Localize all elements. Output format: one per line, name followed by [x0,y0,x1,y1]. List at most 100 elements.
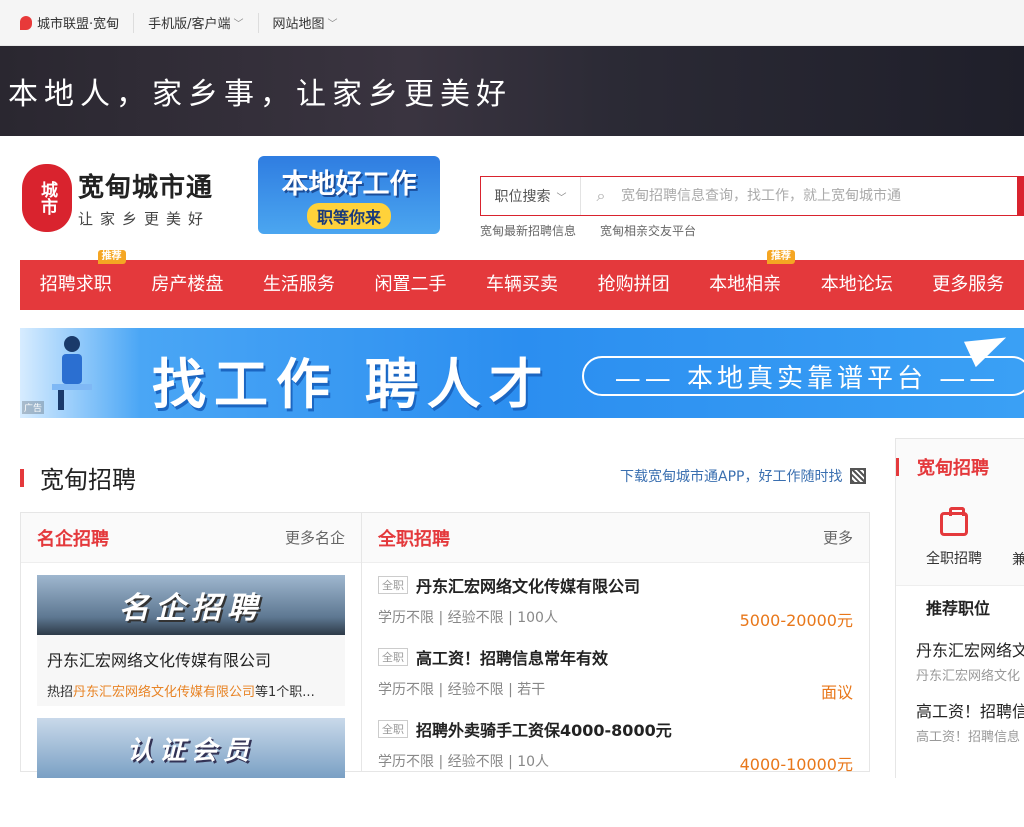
app-link-text: 下载宽甸城市通APP，好工作随时找 [620,466,842,486]
nav-item-vehicles[interactable]: 车辆买卖 [466,260,578,310]
job-item[interactable]: 全职招聘外卖骑手工资保4000-8000元 学历不限 | 经验不限 | 10人 … [362,707,869,779]
nav-label: 闲置二手 [374,274,446,295]
rec-job-company: 高工资！招聘信息 [916,726,1024,745]
certified-member-card[interactable]: 认证会员 [21,718,361,778]
job-item[interactable]: 全职高工资！招聘信息常年有效 学历不限 | 经验不限 | 若干 面议 [362,635,869,707]
tab-recommended-jobs[interactable]: 推荐职位 [896,585,1024,627]
panel-title: 全职招聘 [378,525,450,551]
parttime-shortcut[interactable]: 兼 [1012,511,1024,569]
recruit-ad-banner[interactable]: 广告 找工作 聘人才 —— 本地真实靠谱平台 —— [20,328,1024,418]
chevron-down-icon: ﹀ [557,189,567,204]
job-title[interactable]: 丹东汇宏网络文化传媒有限公司 [416,577,640,596]
search-category-select[interactable]: 职位搜索 ﹀ [481,177,581,215]
rec-job-title[interactable]: 丹东汇宏网络文 [916,637,1024,661]
sitemap-label: 网站地图 [273,13,325,32]
fulltime-jobs-panel: 全职招聘 更多 全职丹东汇宏网络文化传媒有限公司 学历不限 | 经验不限 | 1… [361,512,870,772]
side-title: 宽甸招聘 [917,454,989,480]
site-name: 宽甸城市通 [78,167,213,204]
search-category-label: 职位搜索 [495,186,551,206]
main-nav: 招聘求职推荐 房产楼盘 生活服务 闲置二手 车辆买卖 抢购拼团 本地相亲推荐 本… [20,260,1024,310]
search-icon: ⌕ [581,186,621,206]
nav-label: 生活服务 [263,274,335,295]
nav-label: 抢购拼团 [598,274,670,295]
site-tagline: 让家乡更美好 [78,208,213,229]
slogan-banner: 本地人，家乡事，让家乡更美好 [0,46,1024,136]
nav-item-groupbuy[interactable]: 抢购拼团 [578,260,690,310]
ad-label: 广告 [22,401,44,414]
job-salary: 5000-20000元 [740,607,853,631]
shortcut-label: 兼 [1012,552,1024,568]
panel-title: 名企招聘 [37,525,109,551]
nav-label: 车辆买卖 [486,274,558,295]
nav-item-more[interactable]: 更多服务 [913,260,1024,310]
sitemap-link[interactable]: 网站地图 ﹀ [259,13,352,33]
shortcut-label: 全职招聘 [926,551,982,567]
hot-link[interactable]: 宽甸最新招聘信息 [480,222,576,239]
hot-link[interactable]: 宽甸相亲交友平台 [600,222,696,239]
recommended-list: 丹东汇宏网络文 丹东汇宏网络文化 高工资！招聘信 高工资！招聘信息 [896,627,1024,827]
search-input[interactable] [621,188,1017,204]
accent-bar [20,469,24,487]
more-link[interactable]: 更多 [823,527,853,548]
company-hot-jobs: 热招丹东汇宏网络文化传媒有限公司等1个职... [37,675,345,706]
ad-pill: —— 本地真实靠谱平台 —— [582,356,1024,396]
hot-prefix: 热招 [47,685,73,700]
company-card[interactable]: 名企招聘 丹东汇宏网络文化传媒有限公司 热招丹东汇宏网络文化传媒有限公司等1个职… [37,575,345,706]
more-link[interactable]: 更多名企 [285,527,345,548]
hot-search-links: 宽甸最新招聘信息 宽甸相亲交友平台 [480,222,696,239]
job-type-tag: 全职 [378,720,408,738]
section-heading: 宽甸招聘 [20,460,136,495]
famous-company-panel: 名企招聘 更多名企 名企招聘 丹东汇宏网络文化传媒有限公司 热招丹东汇宏网络文化… [20,512,362,772]
nav-item-services[interactable]: 生活服务 [243,260,355,310]
jobs-promo-banner[interactable]: 本地好工作 职等你来 [258,156,440,234]
nav-item-forum[interactable]: 本地论坛 [801,260,913,310]
app-download-link[interactable]: 下载宽甸城市通APP，好工作随时找 [620,466,866,486]
nav-item-jobs[interactable]: 招聘求职推荐 [20,260,132,310]
header: 城市 宽甸城市通 让家乡更美好 本地好工作 职等你来 职位搜索 ﹀ ⌕ 宽甸最新… [0,136,1024,260]
mobile-label: 手机版/客户端 [148,13,230,32]
certified-banner-image: 认证会员 [37,718,345,778]
nav-item-housing[interactable]: 房产楼盘 [132,260,244,310]
job-type-tag: 全职 [378,648,408,666]
search-button[interactable] [1017,176,1023,216]
job-meta: 学历不限 | 经验不限 | 若干 [378,679,853,699]
nav-label: 本地论坛 [821,274,893,295]
city-switch[interactable]: 城市联盟·宽甸 [20,13,134,33]
nav-item-secondhand[interactable]: 闲置二手 [355,260,467,310]
nav-label: 招聘求职 [40,274,112,295]
ad-headline: 找工作 聘人才 [152,340,551,418]
briefcase-icon [940,512,968,536]
rec-job-title[interactable]: 高工资！招聘信 [916,698,1024,722]
nav-label: 房产楼盘 [151,274,223,295]
chevron-down-icon: ﹀ [328,15,338,30]
company-banner-image: 名企招聘 [37,575,345,635]
qr-code-icon[interactable] [850,468,866,484]
mobile-link[interactable]: 手机版/客户端 ﹀ [134,13,258,33]
side-panel: 宽甸招聘 全职招聘 兼 推荐职位 丹东汇宏网络文 丹东汇宏网络文化 高工资！招聘… [895,438,1024,778]
logo-seal: 城市 [22,164,72,232]
job-title[interactable]: 招聘外卖骑手工资保4000-8000元 [416,721,672,740]
fulltime-shortcut[interactable]: 全职招聘 [926,512,982,568]
nav-label: 更多服务 [932,274,1004,295]
job-item[interactable]: 全职丹东汇宏网络文化传媒有限公司 学历不限 | 经验不限 | 100人 5000… [362,563,869,635]
city-label: 城市联盟·宽甸 [37,13,119,32]
logo-seal-text: 城市 [36,181,58,215]
job-salary: 4000-10000元 [740,751,853,775]
search-bar: 职位搜索 ﹀ ⌕ [480,176,1024,216]
hot-suffix: 等1个职... [255,685,315,700]
job-type-tag: 全职 [378,576,408,594]
top-bar: 城市联盟·宽甸 手机版/客户端 ﹀ 网站地图 ﹀ [0,0,1024,46]
company-name[interactable]: 丹东汇宏网络文化传媒有限公司 [37,635,345,675]
nav-item-dating[interactable]: 本地相亲推荐 [689,260,801,310]
recommend-badge: 推荐 [767,250,795,264]
site-logo[interactable]: 城市 宽甸城市通 让家乡更美好 [22,164,213,232]
hot-company-link[interactable]: 丹东汇宏网络文化传媒有限公司 [73,685,255,700]
job-title[interactable]: 高工资！招聘信息常年有效 [416,649,608,668]
person-illustration-icon [42,332,102,412]
slogan-text: 本地人，家乡事，让家乡更美好 [8,69,512,113]
location-pin-icon [20,16,32,30]
promo-line2: 职等你来 [307,203,391,229]
section-title: 宽甸招聘 [40,460,136,495]
promo-line1: 本地好工作 [258,162,440,201]
rec-job-company: 丹东汇宏网络文化 [916,665,1024,684]
